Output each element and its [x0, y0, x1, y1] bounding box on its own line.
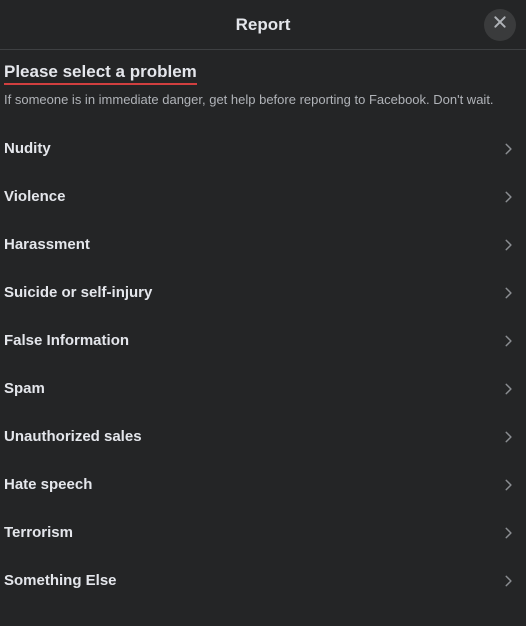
- close-button[interactable]: [484, 9, 516, 41]
- option-label: Nudity: [4, 140, 51, 157]
- option-nudity[interactable]: Nudity: [4, 125, 522, 173]
- option-label: Spam: [4, 380, 45, 397]
- chevron-right-icon: [498, 571, 518, 591]
- option-label: Something Else: [4, 572, 117, 589]
- chevron-right-icon: [498, 235, 518, 255]
- chevron-right-icon: [498, 187, 518, 207]
- problem-subtitle: Please select a problem: [4, 62, 197, 85]
- option-spam[interactable]: Spam: [4, 365, 522, 413]
- problem-description: If someone is in immediate danger, get h…: [4, 91, 522, 109]
- option-false-info[interactable]: False Information: [4, 317, 522, 365]
- chevron-right-icon: [498, 379, 518, 399]
- chevron-right-icon: [498, 427, 518, 447]
- dialog-title: Report: [236, 15, 291, 35]
- chevron-right-icon: [498, 331, 518, 351]
- dialog-header: Report: [0, 0, 526, 50]
- close-icon: [492, 14, 508, 35]
- option-violence[interactable]: Violence: [4, 173, 522, 221]
- option-label: Violence: [4, 188, 65, 205]
- option-label: Suicide or self-injury: [4, 284, 152, 301]
- option-suicide[interactable]: Suicide or self-injury: [4, 269, 522, 317]
- chevron-right-icon: [498, 523, 518, 543]
- chevron-right-icon: [498, 139, 518, 159]
- dialog-content: Please select a problem If someone is in…: [0, 50, 526, 605]
- option-hate-speech[interactable]: Hate speech: [4, 461, 522, 509]
- option-label: Terrorism: [4, 524, 73, 541]
- problem-option-list: Nudity Violence Harassment Suicide or se…: [4, 125, 522, 605]
- option-label: False Information: [4, 332, 129, 349]
- option-label: Harassment: [4, 236, 90, 253]
- option-label: Hate speech: [4, 476, 92, 493]
- option-unauthorized-sales[interactable]: Unauthorized sales: [4, 413, 522, 461]
- option-label: Unauthorized sales: [4, 428, 142, 445]
- chevron-right-icon: [498, 283, 518, 303]
- option-terrorism[interactable]: Terrorism: [4, 509, 522, 557]
- option-harassment[interactable]: Harassment: [4, 221, 522, 269]
- chevron-right-icon: [498, 475, 518, 495]
- option-something-else[interactable]: Something Else: [4, 557, 522, 605]
